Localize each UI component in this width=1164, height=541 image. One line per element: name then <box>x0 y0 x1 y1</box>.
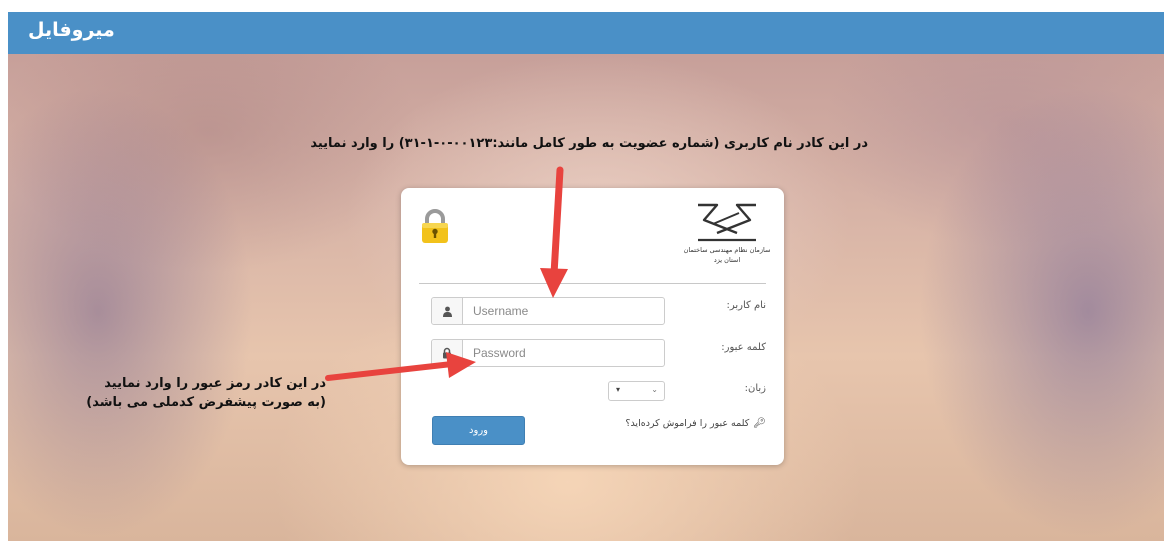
language-selected-value: ▾ <box>616 385 621 394</box>
organization-logo: سازمان نظام مهندسی ساختمان استان یزد <box>679 200 775 280</box>
language-select[interactable]: ▾ ⌄ <box>608 381 665 401</box>
password-field-group[interactable] <box>431 339 665 367</box>
login-button[interactable]: ورود <box>432 416 525 445</box>
organization-name-line-1: سازمان نظام مهندسی ساختمان <box>683 246 771 254</box>
password-lock-icon <box>432 340 463 366</box>
password-annotation-line-2: (به صورت پیشفرض کدملی می باشد) <box>86 395 326 410</box>
lock-icon <box>419 208 451 244</box>
card-divider <box>419 283 766 284</box>
username-field-group[interactable] <box>431 297 665 325</box>
organization-name: سازمان نظام مهندسی ساختمان استان یزد <box>679 245 775 265</box>
screen: میروفایل در این کادر نام کاربری (شماره ع… <box>0 0 1164 541</box>
user-icon <box>432 298 463 324</box>
chevron-down-icon: ⌄ <box>651 385 658 394</box>
username-annotation: در این کادر نام کاربری (شماره عضویت به ط… <box>310 136 868 151</box>
key-icon: 🔑︎ <box>753 418 766 429</box>
language-label: زبان: <box>744 383 766 394</box>
forgot-password-link[interactable]: 🔑︎کلمه عبور را فراموش کرده‌اید؟ <box>625 418 766 429</box>
password-input[interactable] <box>463 340 664 366</box>
forgot-password-text: کلمه عبور را فراموش کرده‌اید؟ <box>625 418 750 429</box>
login-card: سازمان نظام مهندسی ساختمان استان یزد نام… <box>401 188 784 465</box>
username-input[interactable] <box>463 298 664 324</box>
password-annotation-line-1: در این کادر رمز عبور را وارد نمایید <box>104 376 326 391</box>
handshake-logo-icon <box>698 203 756 242</box>
password-label: کلمه عبور: <box>721 342 766 353</box>
brand-logo-text[interactable]: میروفایل <box>28 19 115 41</box>
organization-name-line-2: استان یزد <box>713 256 741 264</box>
username-label: نام کاربر: <box>726 300 766 311</box>
top-bar: میروفایل <box>8 12 1164 54</box>
password-annotation: در این کادر رمز عبور را وارد نمایید (به … <box>78 374 326 412</box>
